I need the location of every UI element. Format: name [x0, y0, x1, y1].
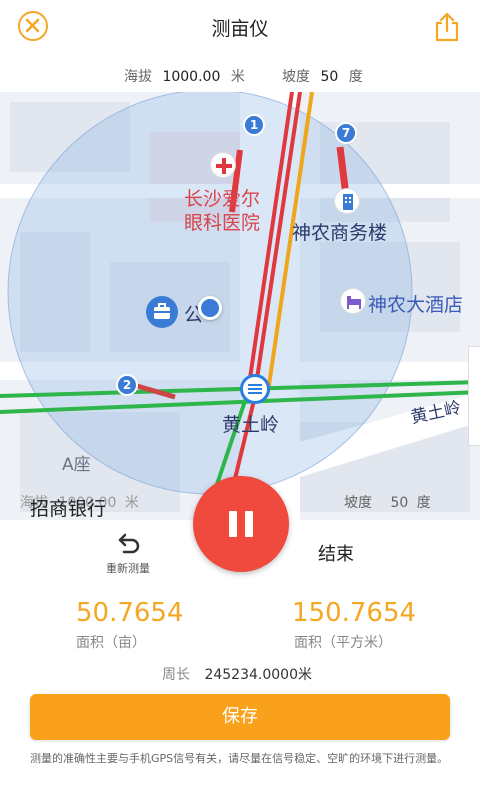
area-mu-value: 50.7654	[76, 598, 184, 628]
hospital-icon	[210, 152, 236, 178]
accuracy-note: 测量的准确性主要与手机GPS信号有关，请尽量在信号稳定、空旷的环境下进行测量。	[30, 752, 449, 765]
perimeter-value: 245234.0000米	[204, 667, 312, 683]
restart-measure-button[interactable]: 重新测量	[96, 532, 160, 576]
pause-button[interactable]	[193, 476, 289, 572]
briefcase-icon	[146, 296, 178, 328]
office-building-icon	[334, 188, 360, 214]
map-pin-1[interactable]: 1	[243, 114, 265, 136]
map-label-hotel: 神农大酒店	[368, 294, 464, 316]
altitude-unit: 米	[230, 69, 245, 85]
page-title: 测亩仪	[211, 18, 269, 40]
area-sqm-value: 150.7654	[292, 598, 417, 628]
perimeter-label: 周长	[162, 667, 190, 683]
restart-measure-label: 重新测量	[106, 562, 150, 575]
map-slope-value: 50	[390, 495, 409, 511]
map-altitude-unit: 米	[124, 495, 139, 511]
map-label-office: 神农商务楼	[292, 222, 388, 244]
share-icon	[435, 12, 459, 42]
metro-station-icon	[240, 374, 270, 404]
area-sqm-label: 面积（平方米）	[294, 635, 392, 651]
undo-icon	[118, 533, 140, 554]
map-pin-2[interactable]: 2	[116, 374, 138, 396]
altitude-label: 海拔	[124, 69, 152, 85]
measurement-results: 50.7654 面积（亩） 150.7654 面积（平方米） 周长 245234…	[0, 584, 480, 800]
altitude-slope-bar: 海拔 1000.00 米 坡度 50 度	[0, 58, 480, 92]
map-slope-label: 坡度	[344, 495, 372, 511]
top-bar: 测亩仪	[0, 0, 480, 58]
slope-unit: 度	[348, 69, 363, 85]
map-label-station: 黄土岭	[222, 414, 280, 436]
save-button[interactable]: 保存	[30, 694, 450, 740]
altitude-readout: 海拔 1000.00 米	[124, 66, 245, 86]
map-label-hospital-1: 长沙爱尔	[184, 188, 261, 210]
share-button[interactable]	[434, 12, 460, 42]
altitude-value: 1000.00	[162, 69, 221, 85]
end-button[interactable]: 结束	[318, 540, 354, 566]
map-label-bank: 招商银行	[30, 498, 107, 520]
slope-readout: 坡度 50 度	[282, 66, 363, 86]
hotel-icon	[340, 288, 366, 314]
map-pin-7[interactable]: 7	[335, 122, 357, 144]
current-location-icon	[198, 296, 222, 320]
map-slope-unit: 度	[416, 495, 431, 511]
perimeter-readout: 周长 245234.0000米	[162, 664, 312, 684]
map-label-building-a: A座	[62, 455, 91, 475]
slope-label: 坡度	[282, 69, 310, 85]
map-slope-overlay: 坡度 50 度	[344, 492, 431, 512]
map-label-hospital-2: 眼科医院	[184, 212, 261, 234]
slope-value: 50	[320, 69, 339, 85]
area-mu-label: 面积（亩）	[76, 635, 146, 651]
map-view[interactable]: 1 7 2 长沙爱尔 眼科医院 神农商务楼 神农大酒店 公 黄土岭 黄土岭 A座…	[0, 92, 480, 520]
map-side-handle[interactable]	[468, 346, 480, 446]
